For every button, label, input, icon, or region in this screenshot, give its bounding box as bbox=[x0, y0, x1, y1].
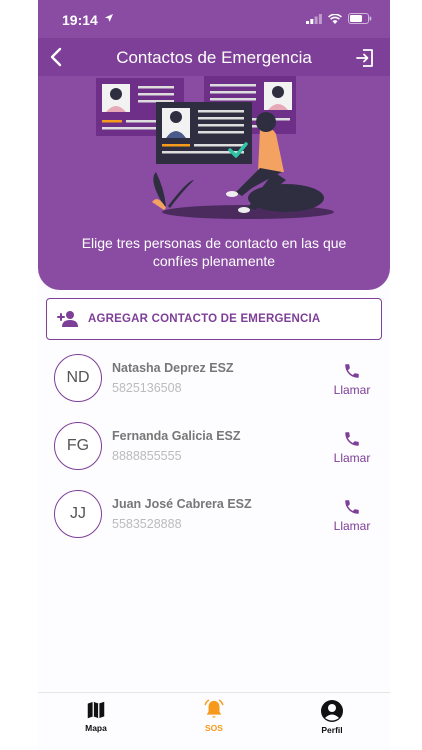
account-circle-icon bbox=[321, 700, 343, 722]
contact-avatar: ND bbox=[54, 354, 102, 402]
tab-label: Mapa bbox=[85, 723, 107, 733]
person-add-icon bbox=[57, 311, 78, 327]
call-label: Llamar bbox=[333, 451, 371, 465]
header-panel: 19:14 Contactos de Emergencia Elige tres… bbox=[38, 0, 390, 290]
bell-icon bbox=[204, 699, 224, 718]
call-button[interactable]: Llamar bbox=[330, 430, 374, 470]
nav-bar: Contactos de Emergencia bbox=[38, 38, 390, 76]
status-time: 19:14 bbox=[62, 12, 98, 28]
location-arrow-icon bbox=[105, 14, 113, 22]
tab-sos[interactable]: SOS bbox=[184, 699, 244, 733]
tab-label: Perfil bbox=[321, 725, 343, 735]
add-button-label: AGREGAR CONTACTO DE EMERGENCIA bbox=[88, 313, 321, 325]
call-label: Llamar bbox=[333, 383, 371, 397]
map-icon bbox=[87, 701, 105, 719]
contact-phone: 8888855555 bbox=[112, 449, 182, 463]
contact-phone: 5825136508 bbox=[112, 381, 182, 395]
phone-icon bbox=[345, 364, 359, 378]
signal-icon bbox=[306, 13, 322, 24]
wifi-icon bbox=[328, 13, 342, 24]
tab-label: SOS bbox=[205, 723, 223, 733]
battery-icon bbox=[348, 13, 372, 24]
contact-avatar: JJ bbox=[54, 490, 102, 538]
status-icons bbox=[306, 13, 372, 24]
bottom-tab-bar: Mapa SOS Perfil bbox=[38, 692, 390, 750]
app-screen: 19:14 Contactos de Emergencia Elige tres… bbox=[38, 0, 390, 750]
call-label: Llamar bbox=[333, 519, 371, 533]
add-emergency-contact-button[interactable]: AGREGAR CONTACTO DE EMERGENCIA bbox=[46, 298, 382, 340]
contacts-illustration bbox=[96, 76, 334, 219]
contact-avatar: FG bbox=[54, 422, 102, 470]
header-message: Elige tres personas de contacto en las q… bbox=[81, 235, 347, 269]
tab-mapa[interactable]: Mapa bbox=[66, 699, 126, 733]
call-button[interactable]: Llamar bbox=[330, 498, 374, 538]
page-title: Contactos de Emergencia bbox=[116, 48, 312, 67]
contact-item: FG Fernanda Galicia ESZ 8888855555 Llama… bbox=[54, 422, 374, 474]
contact-name: Juan José Cabrera ESZ bbox=[112, 497, 252, 511]
tab-perfil[interactable]: Perfil bbox=[302, 699, 362, 735]
contact-name: Fernanda Galicia ESZ bbox=[112, 429, 241, 443]
phone-icon bbox=[345, 432, 359, 446]
contact-phone: 5583528888 bbox=[112, 517, 182, 531]
contact-item: JJ Juan José Cabrera ESZ 5583528888 Llam… bbox=[54, 490, 374, 542]
status-bar: 19:14 bbox=[38, 0, 390, 40]
contact-name: Natasha Deprez ESZ bbox=[112, 361, 234, 375]
logout-icon[interactable] bbox=[354, 47, 376, 69]
contact-item: ND Natasha Deprez ESZ 5825136508 Llamar bbox=[54, 354, 374, 406]
call-button[interactable]: Llamar bbox=[330, 362, 374, 402]
phone-icon bbox=[345, 500, 359, 514]
